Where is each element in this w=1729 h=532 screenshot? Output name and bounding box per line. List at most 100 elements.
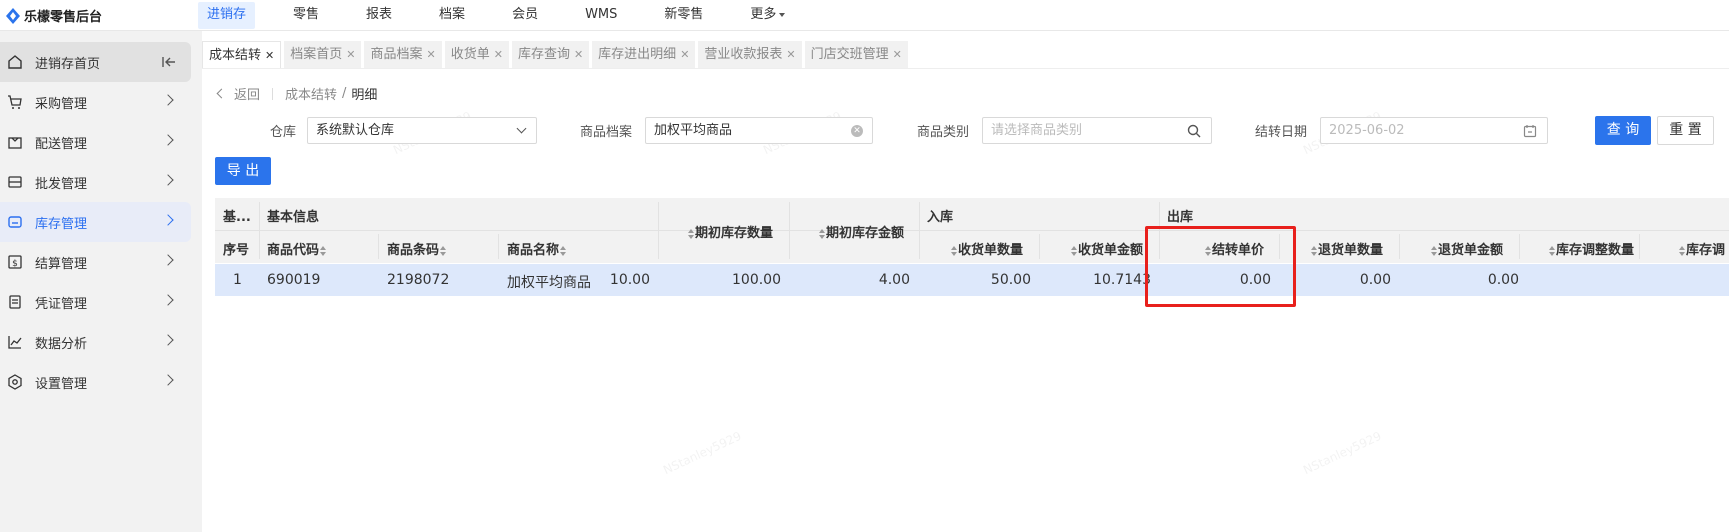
server-icon: [6, 173, 24, 191]
tab-stock-query[interactable]: 库存查询 ✕: [511, 41, 590, 68]
nav-members[interactable]: 会员: [503, 2, 547, 29]
column-header-receipt-qty[interactable]: 收货单数量: [950, 239, 1023, 258]
nav-more-label: 更多: [750, 7, 777, 22]
column-header-adjust-qty[interactable]: 库存调整数量: [1548, 239, 1634, 258]
reset-button[interactable]: 重 置: [1657, 116, 1714, 145]
column-header-return-amount[interactable]: 退货单金额: [1430, 239, 1503, 258]
breadcrumb-parent[interactable]: 成本结转: [285, 84, 337, 103]
sidebar-item-voucher[interactable]: 凭证管理: [0, 282, 202, 322]
chevron-right-icon: [162, 94, 174, 106]
column-label: 退货单金额: [1438, 243, 1504, 258]
tab-cost-transfer[interactable]: 成本结转 ✕: [202, 41, 282, 68]
sidebar-item-inventory[interactable]: 库存管理: [0, 202, 191, 242]
close-icon[interactable]: ✕: [893, 48, 902, 61]
column-header-name[interactable]: 商品名称: [507, 239, 567, 258]
close-icon[interactable]: ✕: [574, 48, 583, 61]
tab-stock-detail[interactable]: 库存进出明细 ✕: [592, 41, 696, 68]
close-icon[interactable]: ✕: [346, 48, 355, 61]
group-header-inbound: 入库: [927, 210, 954, 225]
chevron-left-icon[interactable]: [216, 88, 227, 99]
tab-revenue-report[interactable]: 营业收款报表 ✕: [698, 41, 802, 68]
dollar-icon: $: [6, 253, 24, 271]
cell-adjust-qty: 0.00: [1487, 272, 1519, 288]
tab-label: 门店交班管理: [810, 47, 889, 62]
date-value: 2025-06-02: [1329, 123, 1405, 138]
tab-archive-home[interactable]: 档案首页 ✕: [284, 41, 362, 68]
sort-icon[interactable]: [819, 228, 825, 239]
breadcrumb-separator: /: [342, 86, 347, 101]
column-header-adjust-more[interactable]: 库存调: [1678, 239, 1725, 258]
chevron-right-icon: [162, 174, 174, 186]
sidebar-item-settlement[interactable]: $ 结算管理: [0, 242, 202, 282]
tab-product-archive[interactable]: 商品档案 ✕: [364, 41, 442, 68]
nav-wms[interactable]: WMS: [576, 2, 626, 29]
nav-archive[interactable]: 档案: [430, 2, 474, 29]
watermark: NStanley5929: [661, 428, 744, 478]
search-icon[interactable]: [1187, 124, 1201, 138]
sort-icon[interactable]: [688, 228, 694, 239]
sort-icon[interactable]: [1431, 245, 1437, 256]
column-header-receipt-amount[interactable]: 收货单金额: [1070, 239, 1143, 258]
clear-icon[interactable]: ✕: [851, 125, 863, 137]
tab-shift-handover[interactable]: 门店交班管理 ✕: [804, 41, 908, 68]
nav-retail[interactable]: 零售: [284, 2, 328, 29]
sidebar-item-label: 进销存首页: [35, 56, 101, 72]
category-input[interactable]: 请选择商品类别: [982, 117, 1212, 144]
group-header-basic-info: 基本信息: [267, 210, 320, 225]
sort-icon[interactable]: [560, 245, 567, 256]
sidebar-item-label: 凭证管理: [35, 296, 88, 312]
sidebar-item-purchase[interactable]: 采购管理: [0, 82, 202, 122]
warehouse-select[interactable]: 系统默认仓库: [307, 117, 537, 144]
group-header-base: 基...: [223, 210, 251, 225]
export-button[interactable]: 导 出: [215, 157, 271, 185]
sidebar-item-settings[interactable]: 设置管理: [0, 362, 202, 402]
nav-more[interactable]: 更多: [741, 2, 794, 29]
nav-jxc[interactable]: 进销存: [198, 2, 256, 29]
column-label: 收货单数量: [958, 243, 1024, 258]
column-label: 期初库存数量: [695, 226, 774, 241]
product-value: 加权平均商品: [654, 123, 733, 138]
cart-icon: [6, 93, 24, 111]
watermark: NStanley5929: [1301, 428, 1384, 478]
sidebar-item-home[interactable]: 进销存首页: [0, 42, 191, 82]
sort-icon[interactable]: [440, 245, 447, 256]
sidebar-item-label: 配送管理: [35, 136, 88, 152]
sort-icon[interactable]: [1071, 245, 1077, 256]
sort-icon[interactable]: [1549, 245, 1555, 256]
nav-new-retail[interactable]: 新零售: [655, 2, 712, 29]
sort-icon[interactable]: [1311, 245, 1317, 256]
close-icon[interactable]: ✕: [426, 48, 435, 61]
close-icon[interactable]: ✕: [265, 49, 274, 62]
column-header-barcode[interactable]: 商品条码: [387, 239, 447, 258]
sort-icon[interactable]: [951, 245, 957, 256]
close-icon[interactable]: ✕: [494, 48, 503, 61]
divider: [272, 87, 274, 100]
tab-label: 库存查询: [517, 47, 570, 62]
chevron-right-icon: [162, 294, 174, 306]
app-logo[interactable]: 乐檬零售后台: [6, 6, 102, 25]
annotation-highlight-box: [1145, 226, 1296, 307]
breadcrumb: 返回 成本结转 / 明细: [216, 84, 377, 103]
sort-icon[interactable]: [320, 245, 327, 256]
column-label: 商品代码: [267, 243, 320, 258]
date-picker[interactable]: 2025-06-02: [1320, 117, 1548, 144]
column-header-code[interactable]: 商品代码: [267, 239, 327, 258]
query-button[interactable]: 查 询: [1595, 116, 1651, 145]
column-header-return-qty[interactable]: 退货单数量: [1310, 239, 1383, 258]
nav-reports[interactable]: 报表: [357, 2, 401, 29]
sort-icon[interactable]: [1679, 245, 1685, 256]
close-icon[interactable]: ✕: [786, 48, 795, 61]
column-header-opening-qty[interactable]: 期初库存数量: [687, 222, 773, 241]
product-select[interactable]: 加权平均商品 ✕: [645, 117, 873, 144]
column-header-opening-amount[interactable]: 期初库存金额: [818, 222, 904, 241]
cell-return-amount: 0.00: [1359, 272, 1391, 288]
sidebar-item-analytics[interactable]: 数据分析: [0, 322, 202, 362]
close-icon[interactable]: ✕: [680, 48, 689, 61]
tab-receipt[interactable]: 收货单 ✕: [444, 41, 509, 68]
collapse-sidebar-icon[interactable]: [162, 55, 176, 69]
back-link[interactable]: 返回: [234, 84, 260, 103]
sidebar-item-wholesale[interactable]: 批发管理: [0, 162, 202, 202]
table-row[interactable]: 1 690019 2198072 加权平均商品 10.00 100.00 4.0…: [215, 264, 1729, 296]
sidebar-item-distribution[interactable]: 配送管理: [0, 122, 202, 162]
tab-label: 成本结转: [209, 48, 262, 63]
